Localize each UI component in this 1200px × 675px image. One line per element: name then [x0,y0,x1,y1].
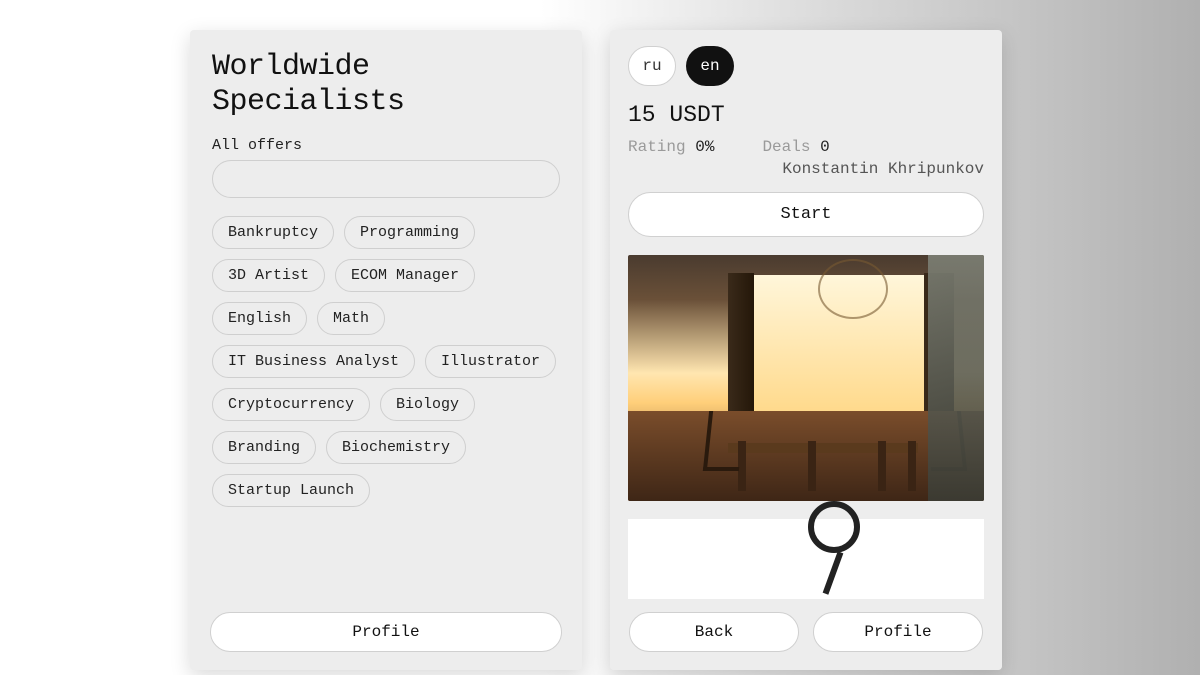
tag-it-business-analyst[interactable]: IT Business Analyst [212,345,415,378]
tag-biochemistry[interactable]: Biochemistry [326,431,466,464]
deals-value: 0 [820,138,830,156]
page-title: Worldwide Specialists [212,50,560,119]
offers-subhead: All offers [212,137,560,154]
tag-math[interactable]: Math [317,302,385,335]
language-switch: ru en [628,46,984,86]
offer-meta: Rating 0% Deals 0 [628,138,984,156]
tag-3d-artist[interactable]: 3D Artist [212,259,325,292]
start-button[interactable]: Start [628,192,984,237]
tag-english[interactable]: English [212,302,307,335]
rating-value: 0% [695,138,714,156]
offer-secondary-image [628,519,984,599]
offer-detail-panel: ru en 15 USDT Rating 0% Deals 0 Konstant… [610,30,1002,670]
tag-bankruptcy[interactable]: Bankruptcy [212,216,334,249]
tag-ecom-manager[interactable]: ECOM Manager [335,259,475,292]
profile-button-right[interactable]: Profile [813,612,983,652]
deals-label: Deals [762,138,810,156]
tag-startup-launch[interactable]: Startup Launch [212,474,370,507]
tag-illustrator[interactable]: Illustrator [425,345,556,378]
back-button[interactable]: Back [629,612,799,652]
tag-cryptocurrency[interactable]: Cryptocurrency [212,388,370,421]
offer-author: Konstantin Khripunkov [628,160,984,178]
offer-hero-image [628,255,984,501]
tag-biology[interactable]: Biology [380,388,475,421]
rating-label: Rating [628,138,686,156]
title-line-2: Specialists [212,85,405,119]
profile-button[interactable]: Profile [210,612,562,652]
tag-list: Bankruptcy Programming 3D Artist ECOM Ma… [212,216,560,507]
equipment-icon [808,501,860,553]
offer-price: 15 USDT [628,102,984,128]
lang-en[interactable]: en [686,46,734,86]
tag-branding[interactable]: Branding [212,431,316,464]
search-input[interactable] [212,160,560,198]
tag-programming[interactable]: Programming [344,216,475,249]
offers-panel: Worldwide Specialists All offers Bankrup… [190,30,582,670]
lang-ru[interactable]: ru [628,46,676,86]
title-line-1: Worldwide [212,50,370,84]
